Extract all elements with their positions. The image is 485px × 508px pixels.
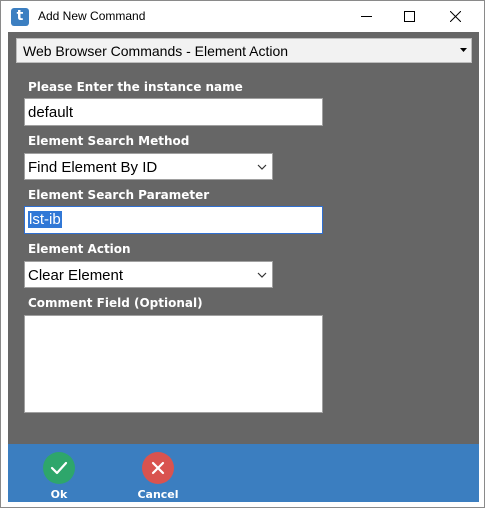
comment-label: Comment Field (Optional) [28, 296, 203, 310]
chevron-down-icon [257, 164, 267, 170]
add-command-window: t Add New Command Web Browser Commands -… [0, 0, 485, 508]
command-form: Web Browser Commands - Element Action Pl… [8, 32, 479, 444]
instance-name-value: default [28, 104, 74, 121]
element-action-dropdown[interactable]: Clear Element [24, 261, 273, 288]
minimize-button[interactable] [344, 1, 388, 32]
dropdown-arrow-icon [460, 48, 467, 52]
command-type-value: Web Browser Commands - Element Action [23, 43, 289, 59]
search-method-value: Find Element By ID [28, 159, 158, 176]
search-method-label: Element Search Method [28, 134, 190, 148]
ok-label: Ok [50, 488, 68, 501]
cancel-circle [142, 452, 174, 484]
search-method-dropdown[interactable]: Find Element By ID [24, 153, 273, 180]
x-icon [151, 461, 165, 475]
close-icon [449, 11, 461, 22]
ok-circle [43, 452, 75, 484]
command-type-select[interactable]: Web Browser Commands - Element Action [16, 38, 472, 63]
search-parameter-input[interactable]: lst-ib [24, 206, 323, 234]
search-parameter-value: lst-ib [28, 211, 62, 228]
maximize-button[interactable] [387, 1, 431, 32]
comment-textarea[interactable] [24, 315, 323, 413]
checkmark-icon [50, 461, 68, 475]
element-action-value: Clear Element [28, 267, 124, 284]
app-t-icon: t [11, 8, 29, 26]
element-action-label: Element Action [28, 242, 131, 256]
ok-button[interactable]: Ok [29, 452, 89, 501]
window-title: Add New Command [38, 9, 146, 23]
maximize-icon [403, 11, 415, 22]
chevron-down-icon [257, 272, 267, 278]
search-parameter-label: Element Search Parameter [28, 188, 210, 202]
close-button[interactable] [433, 1, 477, 32]
cancel-button[interactable]: Cancel [128, 452, 188, 501]
footer-bar: Ok Cancel [8, 444, 479, 502]
cancel-label: Cancel [137, 488, 179, 501]
minimize-icon [360, 16, 372, 17]
instance-name-input[interactable]: default [24, 98, 323, 126]
title-bar[interactable]: t Add New Command [1, 1, 484, 32]
instance-name-label: Please Enter the instance name [28, 80, 243, 94]
